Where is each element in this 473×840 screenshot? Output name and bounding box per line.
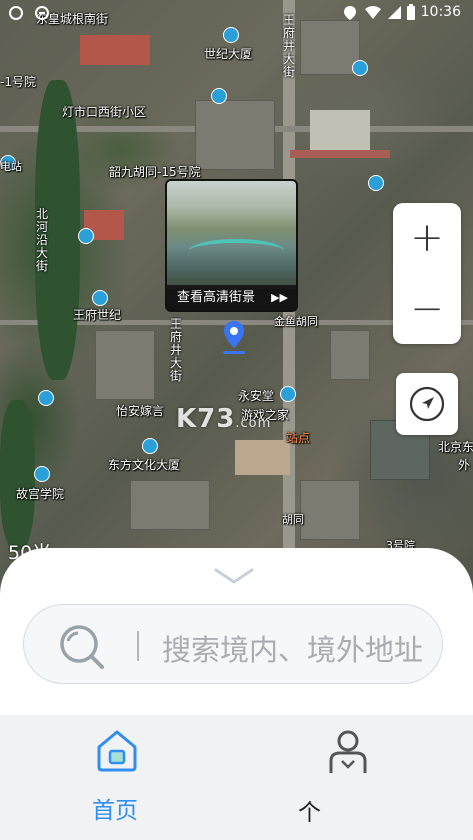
zoom-controls: + − [393,203,461,344]
tab-label: 首页 [92,798,138,824]
restroom-icon[interactable] [368,175,384,191]
tab-label: 个 [298,800,321,826]
tree-strip [0,400,35,550]
status-bar: 10:36 [0,0,473,26]
app-notification-icon [9,6,23,20]
street-label: 王府井大街 [170,317,183,383]
tab-home[interactable]: 首页 [60,715,175,840]
zoom-in-button[interactable]: + [393,203,461,273]
map-label[interactable]: 灯市口西街小区 [62,103,146,120]
play-arrow-icon: ▶▶ [271,291,288,304]
map-label[interactable]: 世纪大厦 [204,45,252,62]
search-divider [137,631,139,661]
location-pin-icon[interactable] [222,320,246,360]
locate-button[interactable] [396,373,458,435]
poi-icon[interactable] [211,88,227,104]
building [235,440,290,475]
tab-profile[interactable]: 个 [290,715,410,840]
chevron-down-icon[interactable] [212,566,256,586]
compass-icon [409,386,445,422]
building [195,100,275,170]
home-icon [97,730,137,772]
map-label[interactable]: 永安堂 [238,387,274,404]
map-label[interactable]: 北京东 [438,438,473,455]
map-label[interactable]: 东方文化大厦 [108,456,180,473]
map-label[interactable]: 站点 [286,429,310,446]
street-view-card[interactable]: 查看高清街景 ▶▶ [165,179,298,312]
building [330,330,370,380]
status-time: 10:36 [420,4,461,20]
battery-icon [407,4,415,20]
wifi-icon [365,6,381,19]
location-status-icon [344,6,356,20]
map-label[interactable]: 怡安嫁言 [116,402,164,419]
street-label: 北河沿大街 [36,207,49,273]
street-view-label: 查看高清街景 [177,290,256,305]
search-icon [60,625,104,669]
map-label[interactable]: 王府世纪 [73,306,121,323]
building [130,480,210,530]
map-label[interactable]: 金鱼胡同 [274,313,318,329]
building [300,20,360,75]
map-label[interactable]: 韶九胡同-15号院 [109,163,201,180]
poi-icon[interactable] [280,386,296,402]
street-view-thumbnail [167,181,296,289]
poi-icon[interactable] [92,290,108,306]
watermark: K73.com [176,404,271,434]
tab-bar: 首页 个 [0,715,473,840]
building [80,35,150,65]
app-notification-icon [35,6,49,20]
satellite-map[interactable]: 东皇城根南街 -1号院 世纪大厦 灯市口西街小区 韶九胡同-15号院 王府世纪 … [0,0,473,600]
user-icon [329,730,367,773]
bridge-graphic [189,239,284,263]
watermark-sub: .com [235,416,272,431]
map-label[interactable]: -1号院 [0,73,36,90]
bus-icon[interactable] [352,60,368,76]
search-bar[interactable]: 搜索境内、境外地址 [23,604,443,684]
poi-icon[interactable] [223,27,239,43]
zoom-out-button[interactable]: − [393,274,461,344]
poi-icon[interactable] [34,466,50,482]
building [300,480,360,540]
map-label[interactable]: 电站 [0,158,22,174]
signal-icon [388,6,401,19]
map-label[interactable]: 外 [458,456,470,473]
building [95,330,155,400]
map-label[interactable]: 故宫学院 [16,485,64,502]
bus-icon[interactable] [38,390,54,406]
building [310,110,370,150]
restroom-icon[interactable] [78,228,94,244]
watermark-main: K73 [176,404,236,434]
poi-icon[interactable] [142,438,158,454]
street-view-caption[interactable]: 查看高清街景 ▶▶ [167,285,296,310]
search-input[interactable]: 搜索境内、境外地址 [162,627,442,669]
building [290,150,390,158]
map-label[interactable]: 胡同 [282,511,304,527]
